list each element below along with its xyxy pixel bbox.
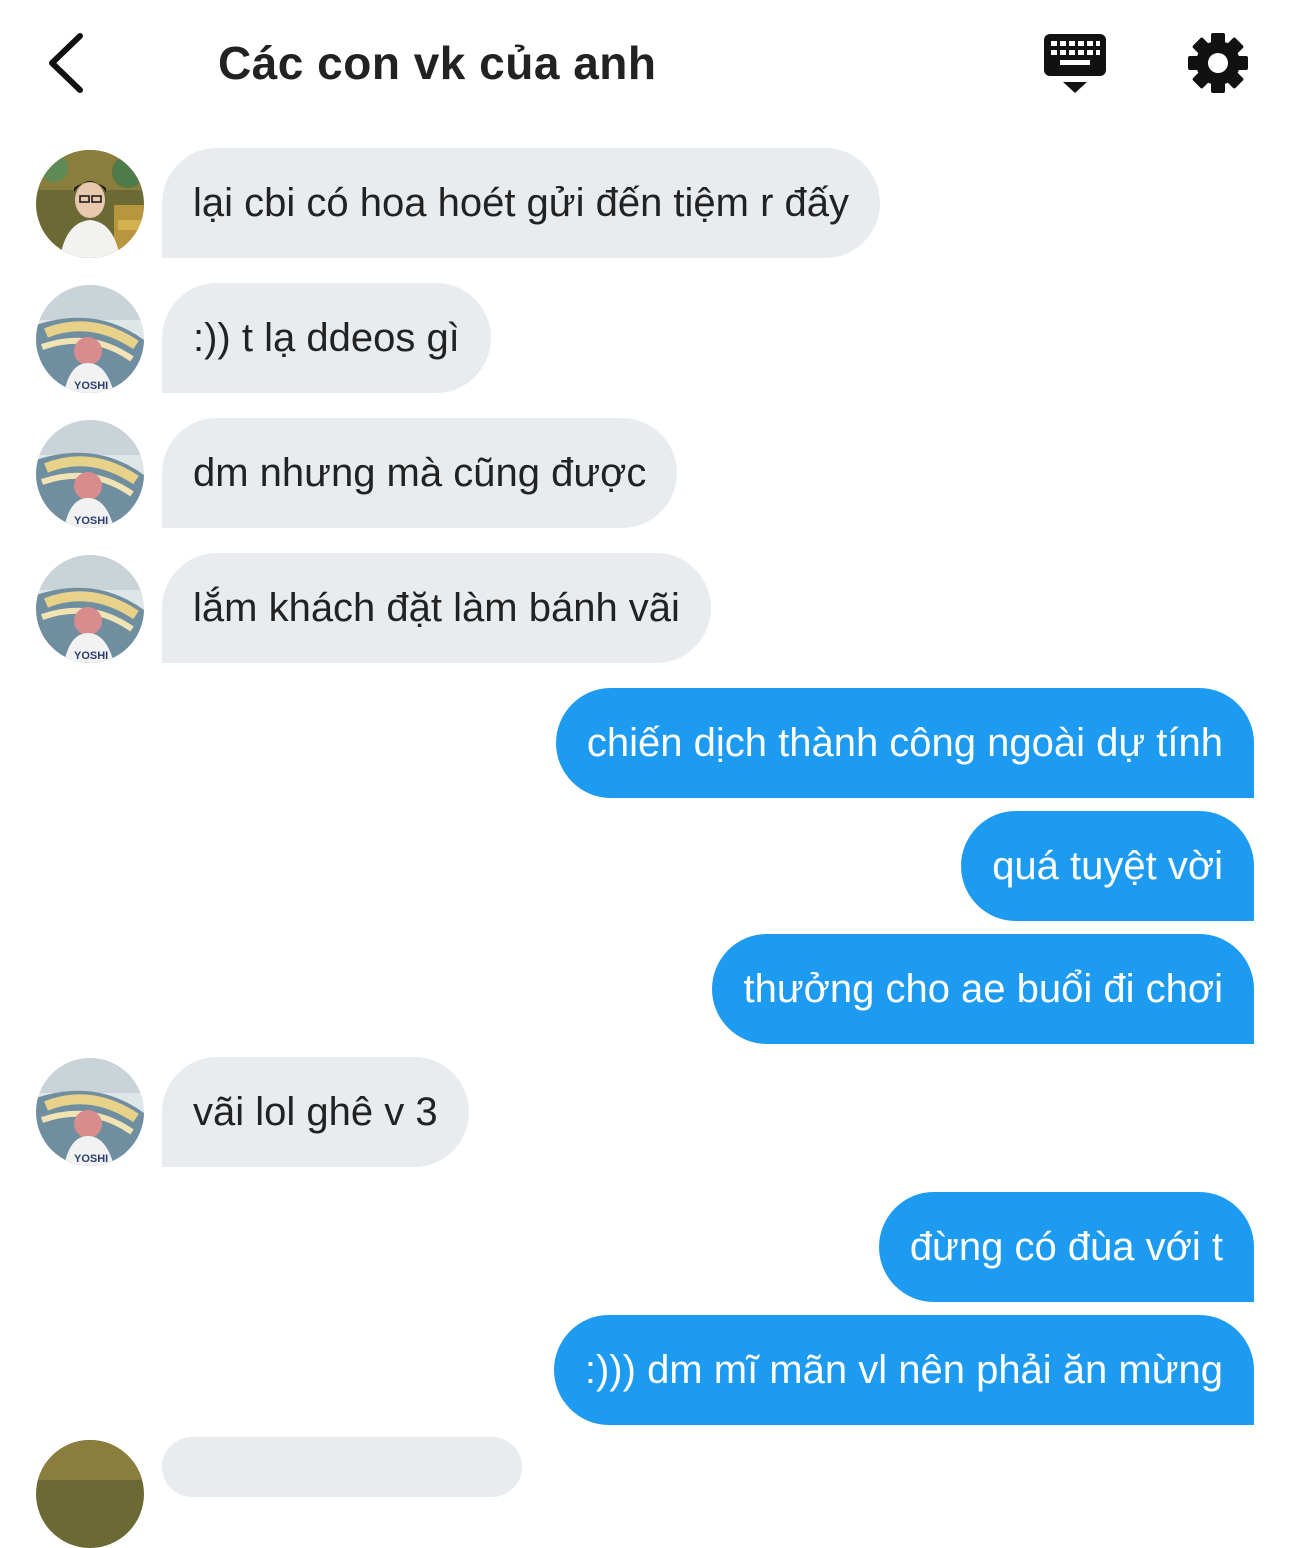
keyboard-toggle-button[interactable] <box>1040 32 1110 96</box>
avatar-image: YOSHI <box>36 420 144 528</box>
message-bubble-incoming[interactable]: :)) t lạ ddeos gì <box>162 283 491 393</box>
avatar-member-1[interactable] <box>36 1440 144 1548</box>
avatar-member-1[interactable] <box>36 150 144 258</box>
message-bubble-outgoing[interactable]: đừng có đùa với t <box>878 1192 1254 1302</box>
avatar-image: YOSHI <box>36 285 144 393</box>
avatar-shirt-text: YOSHI <box>74 650 108 662</box>
message-bubble-outgoing[interactable]: quá tuyệt vời <box>961 811 1254 921</box>
avatar-image <box>36 150 144 258</box>
avatar-member-2[interactable]: YOSHI <box>36 285 144 393</box>
avatar-member-2[interactable]: YOSHI <box>36 1058 144 1166</box>
message-bubble-outgoing[interactable]: chiến dịch thành công ngoài dự tính <box>555 688 1254 798</box>
message-bubble-incoming[interactable]: vãi lol ghê v 3 <box>162 1057 469 1167</box>
message-bubble-incoming[interactable]: dm nhưng mà cũng được <box>162 418 678 528</box>
avatar-shirt-text: YOSHI <box>74 380 108 392</box>
gear-icon <box>1188 33 1248 93</box>
conversation-title: Các con vk của anh <box>218 37 657 89</box>
avatar-image: YOSHI <box>36 1058 144 1166</box>
chat-header: Các con vk của anh <box>0 0 1290 125</box>
avatar-member-2[interactable]: YOSHI <box>36 555 144 663</box>
avatar-image <box>36 1440 144 1548</box>
message-bubble-outgoing[interactable]: thưởng cho ae buổi đi chơi <box>712 934 1254 1044</box>
message-bubble-incoming[interactable]: lại cbi có hoa hoét gửi đến tiệm r đấy <box>162 148 881 258</box>
avatar-image: YOSHI <box>36 555 144 663</box>
keyboard-hide-icon <box>1044 34 1106 93</box>
back-button[interactable] <box>40 28 100 98</box>
avatar-member-2[interactable]: YOSHI <box>36 420 144 528</box>
settings-button[interactable] <box>1183 28 1253 98</box>
message-bubble-incoming[interactable]: lắm khách đặt làm bánh vãi <box>162 553 711 663</box>
chevron-left-icon <box>49 33 83 93</box>
avatar-shirt-text: YOSHI <box>74 1153 108 1165</box>
avatar-shirt-text: YOSHI <box>74 515 108 527</box>
message-bubble-incoming-partial[interactable] <box>162 1437 522 1497</box>
message-bubble-outgoing[interactable]: :))) dm mĩ mãn vl nên phải ăn mừng <box>553 1315 1254 1425</box>
